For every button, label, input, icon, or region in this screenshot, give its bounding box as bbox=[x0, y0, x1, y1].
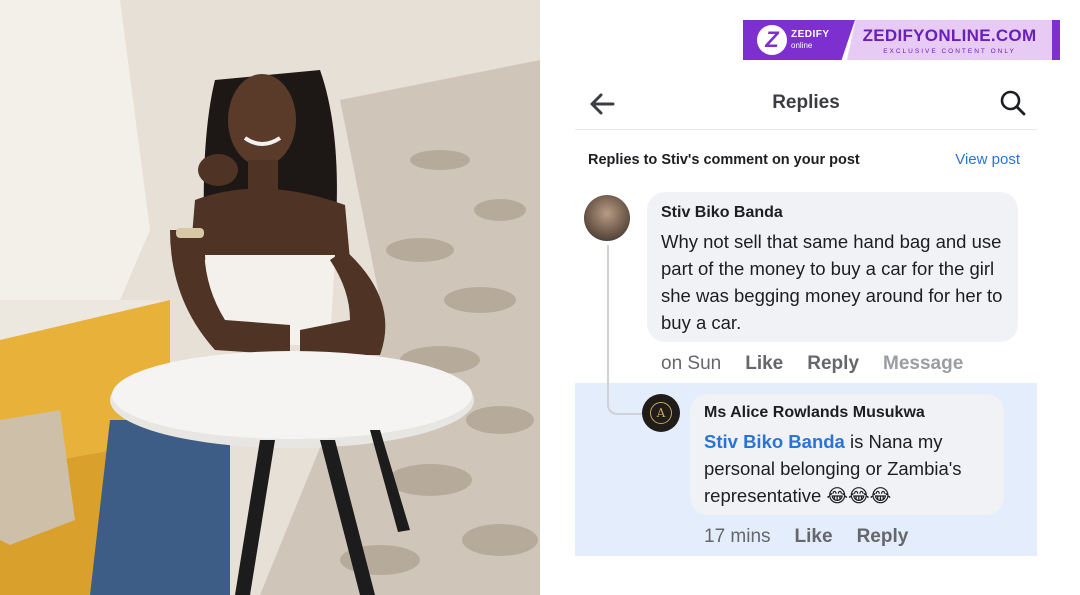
reply-button[interactable]: Reply bbox=[857, 526, 909, 548]
brand-banner: Z ZEDIFY online ZEDIFYONLINE.COM EXCLUSI… bbox=[743, 20, 1060, 60]
replies-header: Replies bbox=[575, 80, 1037, 130]
reply-actions: 17 mins Like Reply bbox=[704, 526, 932, 548]
reply-bubble: Ms Alice Rowlands Musukwa Stiv Biko Band… bbox=[690, 394, 1004, 515]
photo-illustration bbox=[0, 0, 540, 595]
brand-logo-sub: online bbox=[791, 41, 813, 50]
thread-connector-line bbox=[607, 245, 645, 415]
reply-button[interactable]: Reply bbox=[807, 353, 859, 375]
page-title: Replies bbox=[772, 92, 840, 113]
brand-site-block: ZEDIFYONLINE.COM EXCLUSIVE CONTENT ONLY bbox=[847, 20, 1060, 60]
brand-logo: Z ZEDIFY online bbox=[743, 20, 855, 60]
search-icon[interactable] bbox=[999, 89, 1027, 117]
avatar-monogram-icon: A bbox=[650, 402, 672, 424]
mention-link[interactable]: Stiv Biko Banda bbox=[704, 431, 845, 452]
message-button[interactable]: Message bbox=[883, 353, 963, 375]
replies-context-text: Replies to Stiv's comment on your post bbox=[588, 152, 860, 168]
brand-logo-text: ZEDIFY online bbox=[791, 30, 830, 50]
reply-text: Stiv Biko Banda is Nana my personal belo… bbox=[704, 428, 990, 509]
comment-actions: on Sun Like Reply Message bbox=[661, 353, 987, 375]
comment-text: Why not sell that same hand bag and use … bbox=[661, 231, 1003, 333]
like-button[interactable]: Like bbox=[795, 526, 833, 548]
avatar[interactable]: A bbox=[642, 394, 680, 432]
view-post-link[interactable]: View post bbox=[955, 151, 1020, 168]
like-button[interactable]: Like bbox=[745, 353, 783, 375]
brand-logo-word: ZEDIFY bbox=[791, 29, 830, 40]
reply-author[interactable]: Ms Alice Rowlands Musukwa bbox=[704, 404, 990, 422]
woman-cafe-photo bbox=[0, 0, 540, 595]
avatar[interactable] bbox=[584, 195, 630, 241]
brand-logo-mark: Z bbox=[757, 25, 787, 55]
comment-bubble: Stiv Biko Banda Why not sell that same h… bbox=[647, 192, 1018, 342]
reply-time: 17 mins bbox=[704, 526, 771, 547]
brand-site-name: ZEDIFYONLINE.COM bbox=[862, 25, 1037, 45]
comment-time: on Sun bbox=[661, 353, 722, 374]
brand-tagline: EXCLUSIVE CONTENT ONLY bbox=[883, 47, 1016, 55]
comment-author[interactable]: Stiv Biko Banda bbox=[661, 204, 1004, 222]
replies-panel: Z ZEDIFY online ZEDIFYONLINE.COM EXCLUSI… bbox=[540, 0, 1080, 595]
